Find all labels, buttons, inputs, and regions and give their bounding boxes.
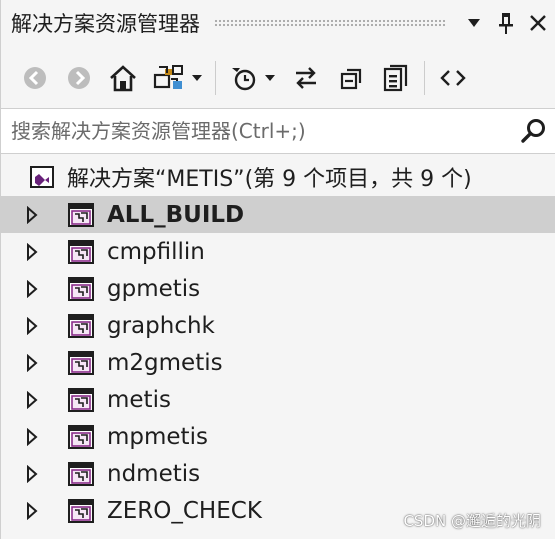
expand-arrow[interactable]	[25, 390, 39, 410]
search-button[interactable]	[512, 109, 555, 153]
clock-filter-icon	[232, 68, 256, 91]
cpp-project-icon	[67, 386, 95, 414]
view-code-button[interactable]	[435, 58, 471, 98]
expand-arrow[interactable]	[25, 279, 39, 299]
search-box	[1, 108, 555, 154]
toolbar-separator	[424, 61, 425, 95]
expand-arrow[interactable]	[25, 464, 39, 484]
title-grip[interactable]	[214, 19, 446, 27]
show-all-files-button[interactable]	[378, 58, 414, 98]
title-bar: 解决方案资源管理器	[1, 0, 555, 46]
expand-triangle-icon	[27, 390, 38, 409]
project-label: gpmetis	[107, 275, 201, 302]
expand-triangle-icon	[27, 279, 38, 298]
project-label: cmpfillin	[107, 238, 205, 265]
forward-button[interactable]	[61, 58, 97, 98]
expand-arrow[interactable]	[25, 242, 39, 262]
collapse-all-button[interactable]	[334, 58, 370, 98]
pending-changes-filter-button[interactable]	[226, 58, 262, 98]
search-icon	[521, 119, 545, 143]
dropdown-arrow-icon	[192, 75, 202, 81]
expand-arrow[interactable]	[25, 501, 39, 521]
expand-triangle-icon	[27, 316, 38, 335]
pending-changes-dropdown[interactable]	[262, 58, 278, 98]
solution-tree: 解决方案“METIS”(第 9 个项目，共 9 个) ALL_BUILDcmpf…	[1, 158, 555, 529]
switch-views-icon	[153, 65, 183, 89]
cpp-project-icon	[67, 423, 95, 451]
dropdown-arrow-icon	[265, 75, 275, 81]
project-node[interactable]: mpmetis	[1, 418, 555, 455]
cpp-project-icon	[67, 497, 95, 525]
project-node[interactable]: graphchk	[1, 307, 555, 344]
expand-triangle-icon	[27, 427, 38, 446]
cpp-project-icon	[67, 201, 95, 229]
project-node[interactable]: m2gmetis	[1, 344, 555, 381]
cpp-project-icon	[67, 460, 95, 488]
pin-icon	[499, 13, 513, 34]
cpp-project-icon	[67, 275, 95, 303]
project-label: mpmetis	[107, 423, 208, 450]
expand-triangle-icon	[27, 242, 38, 261]
switch-views-button[interactable]	[149, 58, 189, 98]
forward-icon	[68, 67, 90, 89]
expand-arrow[interactable]	[25, 316, 39, 336]
cpp-project-icon	[67, 238, 95, 266]
close-button[interactable]	[524, 8, 552, 38]
sync-with-active-document-button[interactable]	[288, 58, 324, 98]
home-icon	[110, 65, 136, 92]
show-all-files-icon	[383, 64, 408, 92]
project-node[interactable]: ndmetis	[1, 455, 555, 492]
project-node[interactable]: cmpfillin	[1, 233, 555, 270]
close-icon	[530, 15, 546, 31]
project-label: metis	[107, 386, 171, 413]
solution-explorer-panel: 解决方案资源管理器 搜索解决方案资源管理器(Ctrl+;) 解决方案“METIS…	[0, 0, 555, 539]
toolbar-separator	[215, 61, 216, 95]
expand-triangle-icon	[27, 501, 38, 520]
panel-title: 解决方案资源管理器	[11, 12, 200, 36]
project-label: ALL_BUILD	[107, 201, 245, 228]
back-button[interactable]	[17, 58, 53, 98]
window-position-button[interactable]	[460, 8, 488, 38]
home-button[interactable]	[105, 58, 141, 98]
cpp-project-icon	[67, 349, 95, 377]
expand-triangle-icon	[27, 464, 38, 483]
search-input[interactable]	[1, 111, 512, 151]
expand-triangle-icon	[27, 353, 38, 372]
sync-arrows-icon	[296, 67, 316, 89]
cpp-project-icon	[67, 312, 95, 340]
project-label: ndmetis	[107, 460, 201, 487]
dropdown-arrow-icon	[468, 19, 480, 27]
expand-arrow[interactable]	[25, 353, 39, 373]
expand-arrow[interactable]	[25, 427, 39, 447]
code-brackets-icon	[440, 70, 466, 86]
project-label: graphchk	[107, 312, 215, 339]
switch-views-dropdown[interactable]	[189, 58, 205, 98]
project-node[interactable]: metis	[1, 381, 555, 418]
back-icon	[24, 67, 46, 89]
project-node[interactable]: ALL_BUILD	[1, 196, 555, 233]
expand-triangle-icon	[27, 205, 38, 224]
toolbar	[1, 50, 555, 106]
solution-icon	[29, 164, 55, 190]
expand-arrow[interactable]	[25, 205, 39, 225]
watermark-text: CSDN @邂逅的光阴	[403, 512, 541, 530]
project-label: ZERO_CHECK	[107, 497, 262, 524]
project-label: m2gmetis	[107, 349, 223, 376]
project-node[interactable]: gpmetis	[1, 270, 555, 307]
collapse-all-icon	[340, 68, 362, 90]
solution-node[interactable]: 解决方案“METIS”(第 9 个项目，共 9 个)	[1, 158, 555, 196]
solution-label: 解决方案“METIS”(第 9 个项目，共 9 个)	[67, 167, 472, 192]
pin-button[interactable]	[492, 8, 520, 38]
